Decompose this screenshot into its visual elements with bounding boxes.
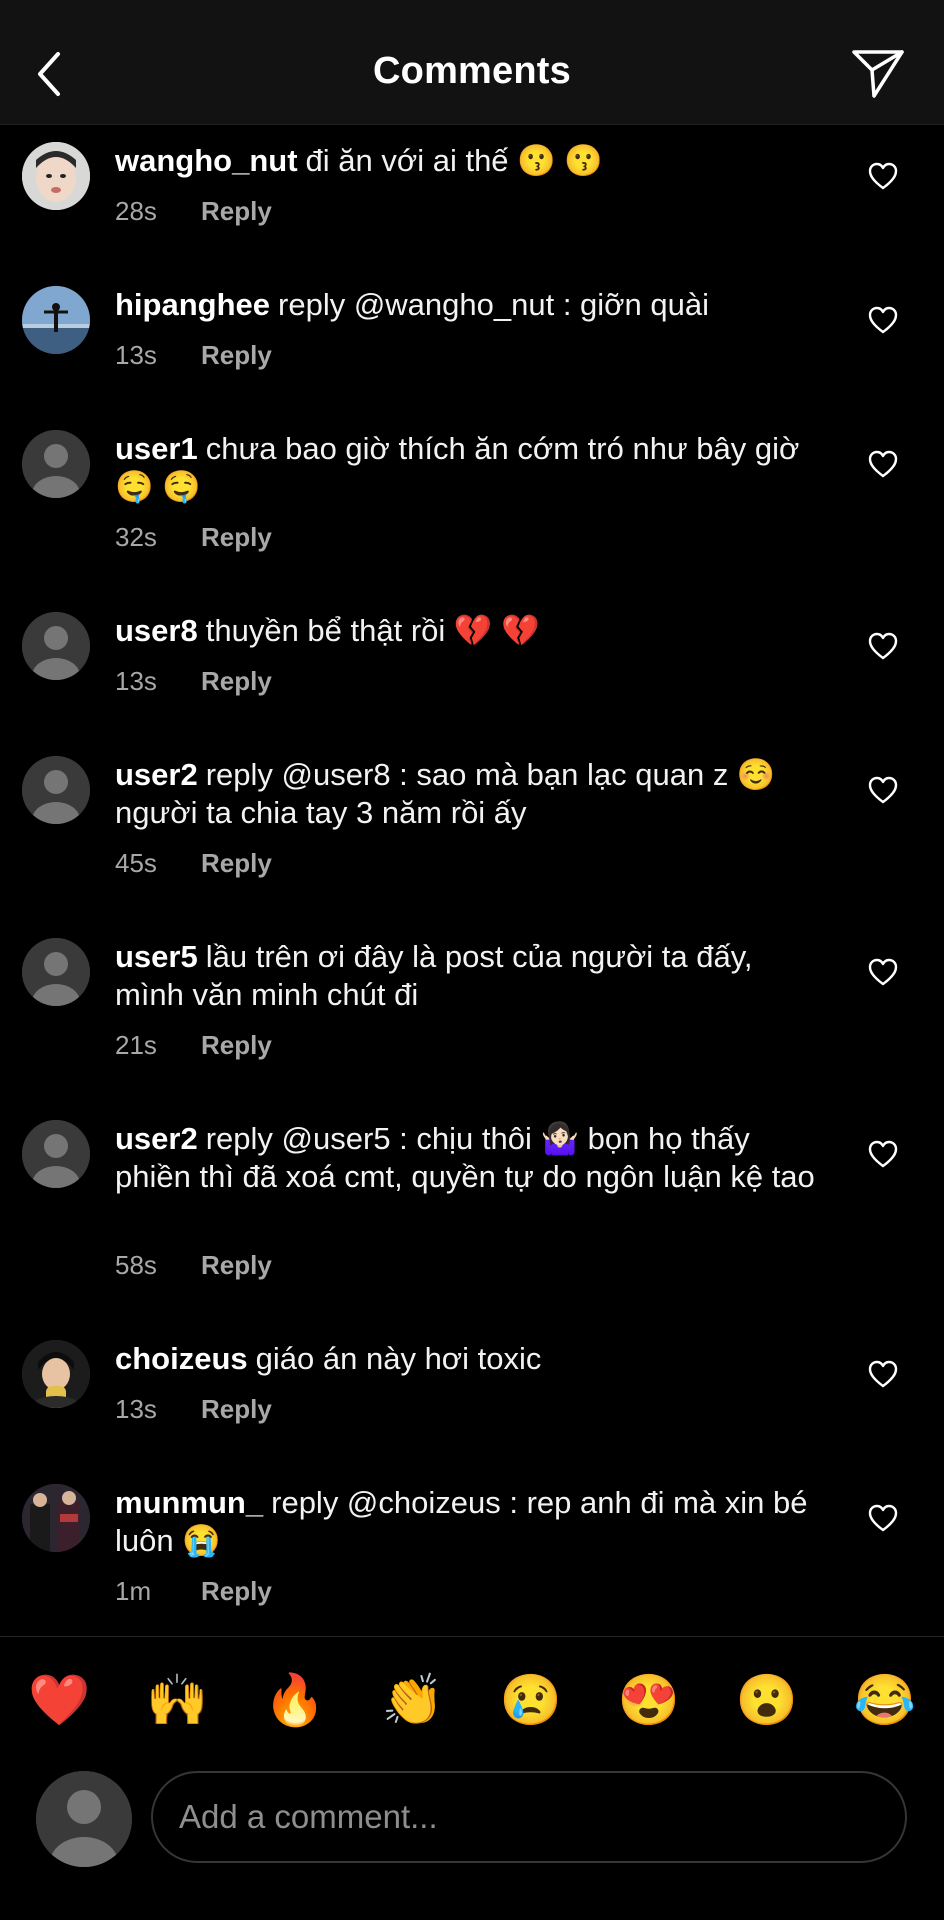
emoji-fire[interactable]: 🔥 — [264, 1670, 326, 1730]
comment-text: choizeus giáo án này hơi toxic — [115, 1340, 815, 1378]
comment-time: 21s — [115, 1030, 157, 1060]
comment-time: 45s — [115, 848, 157, 878]
heart-icon[interactable] — [868, 958, 898, 986]
emoji-quick-bar: ❤️ 🙌 🔥 👏 😢 😍 😮 😂 — [0, 1637, 944, 1763]
comment-meta: 45s Reply — [115, 848, 272, 879]
avatar[interactable] — [22, 286, 90, 354]
reply-button[interactable]: Reply — [201, 522, 272, 552]
comment-meta: 13s Reply — [115, 340, 272, 371]
comment-body: lầu trên ơi đây là post của người ta đấy… — [115, 939, 753, 1012]
emoji-red-heart[interactable]: ❤️ — [28, 1670, 90, 1730]
comment-username[interactable]: user5 — [115, 939, 198, 974]
page-title: Comments — [373, 50, 571, 92]
comment-text: user2 reply @user5 : chịu thôi 🤷🏻‍♀️ bọn … — [115, 1120, 815, 1196]
comment-username[interactable]: hipanghee — [115, 287, 270, 322]
comment-time: 13s — [115, 1394, 157, 1424]
avatar[interactable] — [22, 938, 90, 1006]
comment-body: reply @wangho_nut : giỡn quài — [278, 287, 709, 322]
comment-time: 13s — [115, 666, 157, 696]
comment-text: user2 reply @user8 : sao mà bạn lạc quan … — [115, 756, 815, 832]
comment-meta: 13s Reply — [115, 666, 272, 697]
comment-text: wangho_nut đi ăn với ai thế 😗 😗 — [115, 142, 815, 180]
heart-icon[interactable] — [868, 776, 898, 804]
comment-body: reply @user5 : chịu thôi 🤷🏻‍♀️ bọn họ th… — [115, 1121, 815, 1194]
heart-icon[interactable] — [868, 1504, 898, 1532]
emoji-surprised-face[interactable]: 😮 — [736, 1670, 798, 1730]
avatar[interactable] — [22, 430, 90, 498]
comment-meta: 21s Reply — [115, 1030, 272, 1061]
heart-icon[interactable] — [868, 162, 898, 190]
comment-username[interactable]: munmun_ — [115, 1485, 263, 1520]
avatar[interactable] — [22, 1120, 90, 1188]
comment-text: munmun_ reply @choizeus : rep anh đi mà x… — [115, 1484, 815, 1560]
emoji-raised-hands[interactable]: 🙌 — [146, 1670, 208, 1730]
comment-meta: 32s Reply — [115, 522, 272, 553]
comment-text: user5 lầu trên ơi đây là post của người t… — [115, 938, 815, 1014]
share-button[interactable] — [850, 46, 906, 102]
avatar[interactable] — [22, 612, 90, 680]
comment-time: 32s — [115, 522, 157, 552]
avatar[interactable] — [22, 142, 90, 210]
comment-time: 58s — [115, 1250, 157, 1280]
comment-meta: 28s Reply — [115, 196, 272, 227]
emoji-heart-eyes[interactable]: 😍 — [618, 1670, 680, 1730]
header-bar: Comments — [0, 0, 944, 125]
comment-meta: 1m Reply — [115, 1576, 272, 1607]
comment-time: 13s — [115, 340, 157, 370]
comment-username[interactable]: user1 — [115, 431, 198, 466]
reply-button[interactable]: Reply — [201, 1250, 272, 1280]
heart-icon[interactable] — [868, 632, 898, 660]
send-icon — [852, 50, 904, 98]
heart-icon[interactable] — [868, 450, 898, 478]
reply-button[interactable]: Reply — [201, 1394, 272, 1424]
comment-composer — [0, 1763, 944, 1920]
comment-username[interactable]: wangho_nut — [115, 143, 298, 178]
emoji-tears-of-joy[interactable]: 😂 — [854, 1670, 916, 1730]
emoji-crying-face[interactable]: 😢 — [500, 1670, 562, 1730]
reply-button[interactable]: Reply — [201, 666, 272, 696]
comment-body: giáo án này hơi toxic — [255, 1341, 542, 1376]
reply-button[interactable]: Reply — [201, 848, 272, 878]
comment-meta: 58s Reply — [115, 1250, 272, 1281]
comment-time: 1m — [115, 1576, 152, 1606]
reply-button[interactable]: Reply — [201, 1576, 272, 1606]
comment-username[interactable]: user8 — [115, 613, 198, 648]
comment-text: user8 thuyền bể thật rồi 💔 💔 — [115, 612, 815, 650]
current-user-avatar — [36, 1771, 132, 1867]
comment-body: chưa bao giờ thích ăn cớm tró như bây gi… — [115, 431, 800, 504]
comment-username[interactable]: user2 — [115, 1121, 198, 1156]
emoji-clapping-hands[interactable]: 👏 — [382, 1670, 444, 1730]
comment-text: hipanghee reply @wangho_nut : giỡn quài — [115, 286, 815, 324]
comments-list: wangho_nut đi ăn với ai thế 😗 😗 28s Reply … — [0, 124, 944, 1636]
comment-body: đi ăn với ai thế 😗 😗 — [305, 143, 603, 178]
comment-meta: 13s Reply — [115, 1394, 272, 1425]
comment-body: reply @user8 : sao mà bạn lạc quan z ☺️ … — [115, 757, 776, 830]
heart-icon[interactable] — [868, 306, 898, 334]
avatar[interactable] — [22, 756, 90, 824]
avatar[interactable] — [22, 1484, 90, 1552]
comment-username[interactable]: choizeus — [115, 1341, 248, 1376]
heart-icon[interactable] — [868, 1360, 898, 1388]
reply-button[interactable]: Reply — [201, 340, 272, 370]
heart-icon[interactable] — [868, 1140, 898, 1168]
comment-text: user1 chưa bao giờ thích ăn cớm tró như b… — [115, 430, 815, 506]
reply-button[interactable]: Reply — [201, 196, 272, 226]
comment-time: 28s — [115, 196, 157, 226]
comment-body: thuyền bể thật rồi 💔 💔 — [205, 613, 540, 648]
comment-input[interactable] — [151, 1771, 907, 1863]
comment-username[interactable]: user2 — [115, 757, 198, 792]
avatar[interactable] — [22, 1340, 90, 1408]
reply-button[interactable]: Reply — [201, 1030, 272, 1060]
